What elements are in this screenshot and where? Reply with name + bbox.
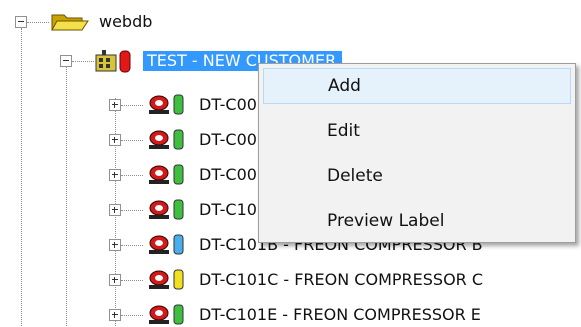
tree-item-label[interactable]: DT-C101C - FREON COMPRESSOR C [199,270,483,290]
expand-toggle[interactable] [109,134,121,146]
tree-connector-line [121,245,143,246]
tree-connector-line [66,63,67,326]
expand-toggle[interactable] [109,204,121,216]
building-alert-icon [95,50,131,73]
tree-connector-line [72,61,94,62]
preview-label-menu-item[interactable]: Preview Label [263,203,571,239]
compressor-status-icon [149,199,184,220]
expand-toggle[interactable] [109,309,121,321]
compressor-status-icon [149,129,184,150]
context-menu: Add Edit Delete Preview Label [258,63,576,243]
expand-toggle[interactable] [109,99,121,111]
compressor-status-icon [149,164,184,185]
root-node-label[interactable]: webdb [99,12,152,32]
compressor-status-icon [149,94,184,115]
delete-menu-item[interactable]: Delete [263,158,571,194]
edit-menu-item[interactable]: Edit [263,113,571,149]
compressor-status-icon [149,304,184,325]
collapse-toggle[interactable] [15,16,27,28]
tree-connector-line [121,280,143,281]
expand-toggle[interactable] [109,239,121,251]
tree-connector-line [121,210,143,211]
tree-connector-line [27,22,49,23]
tree-connector-line [121,105,143,106]
tree-connector-line [121,140,143,141]
tree-item-label[interactable]: DT-C101E - FREON COMPRESSOR E [199,305,481,325]
tree-connector-line [21,28,22,326]
collapse-toggle[interactable] [60,55,72,67]
tree-connector-line [121,175,143,176]
expand-toggle[interactable] [109,169,121,181]
folder-open-icon [51,14,89,31]
tree-connector-line [121,315,143,316]
compressor-status-icon [149,234,184,255]
add-menu-item[interactable]: Add [263,68,571,104]
expand-toggle[interactable] [109,274,121,286]
compressor-status-icon [149,269,184,290]
